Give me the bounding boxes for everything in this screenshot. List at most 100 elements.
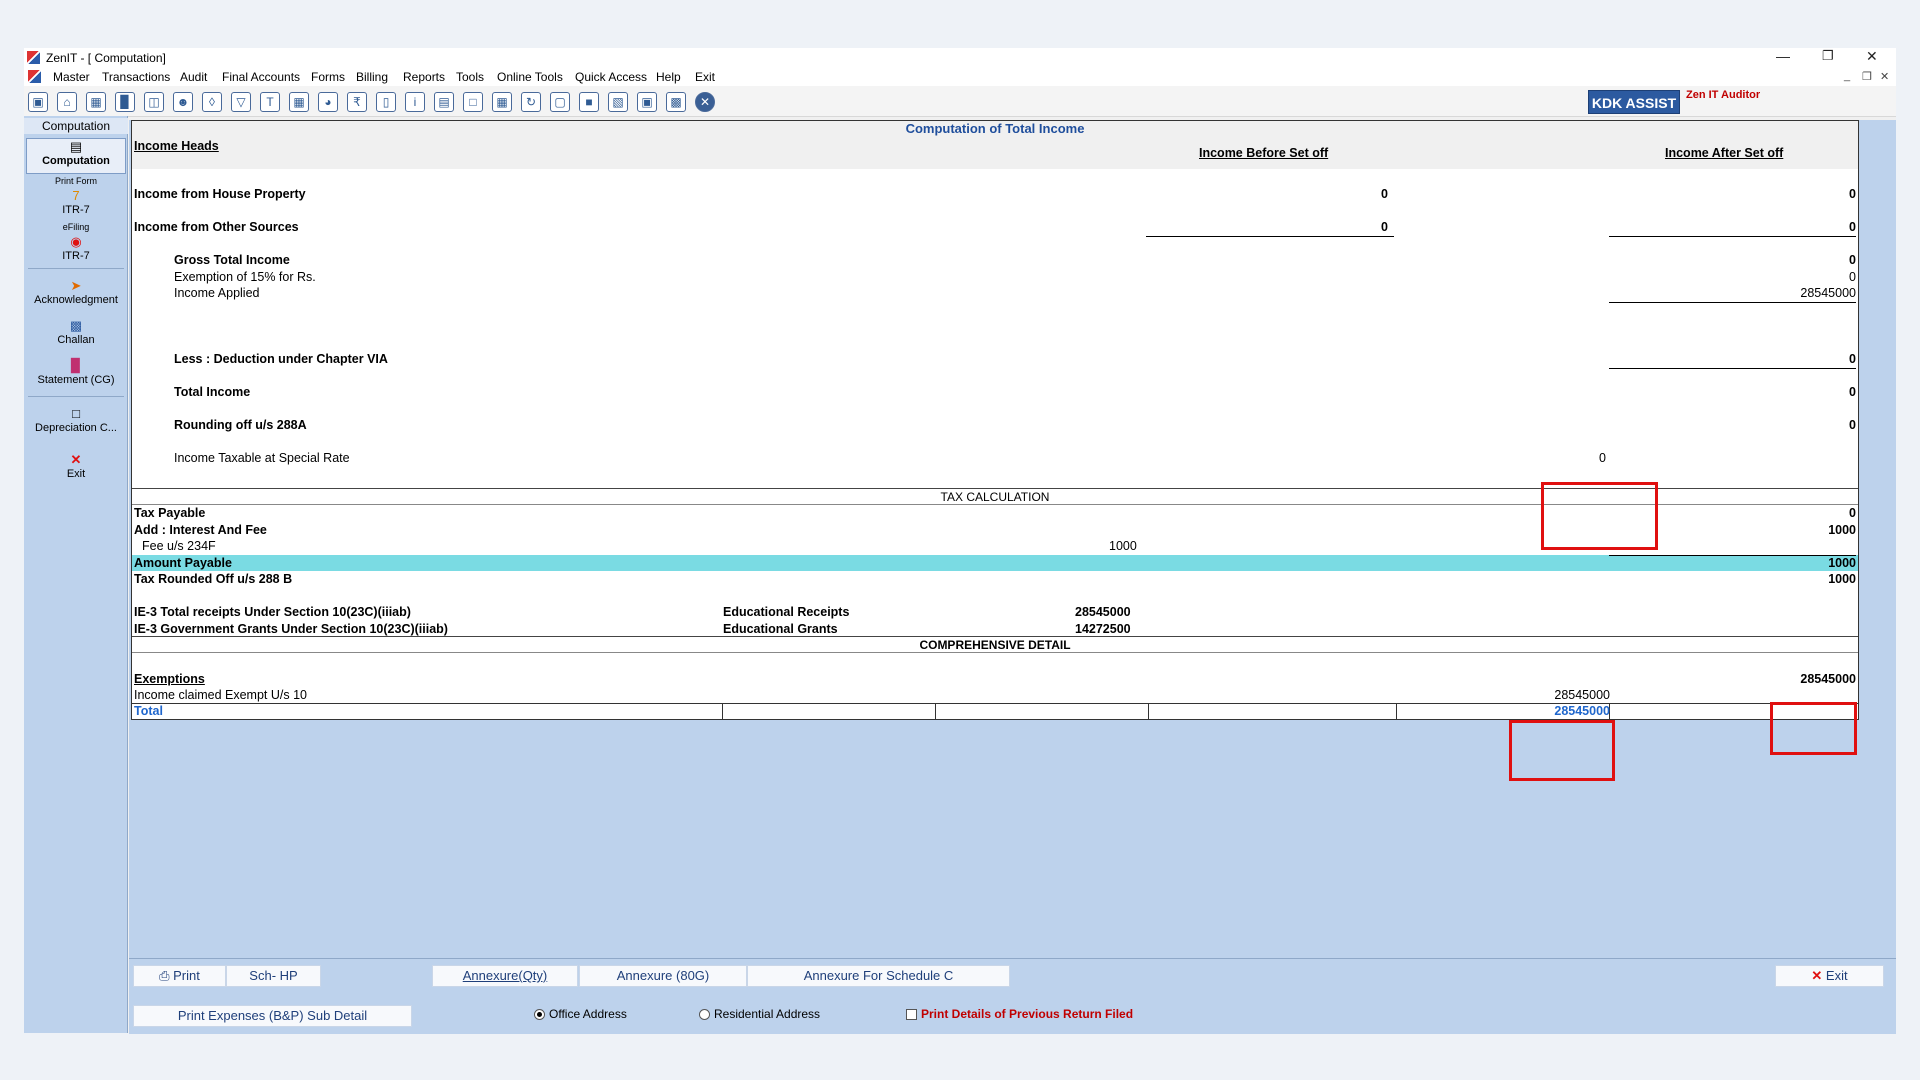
building-icon[interactable]: ▦ — [86, 92, 106, 112]
mdi-close-icon[interactable]: ✕ — [1880, 70, 1889, 83]
challan-icon: ▩ — [69, 318, 83, 333]
menu-forms[interactable]: Forms — [311, 70, 345, 84]
annexure-schedule-c-button[interactable]: Annexure For Schedule C — [747, 965, 1010, 987]
close-circle-icon[interactable]: ✕ — [695, 92, 715, 112]
doc-icon[interactable]: □ — [463, 92, 483, 112]
copy-icon[interactable]: ▢ — [550, 92, 570, 112]
checkbox-icon — [906, 1009, 917, 1021]
income-applied-label: Income Applied — [174, 286, 260, 300]
sidebar-item-challan[interactable]: ▩ Challan — [24, 318, 128, 346]
print-button[interactable]: ⎙ Print — [133, 965, 226, 987]
annotation-box — [1509, 720, 1615, 781]
sidebar-item-itr7-efiling[interactable]: ◉ ITR-7 — [24, 234, 128, 262]
print-expenses-button[interactable]: Print Expenses (B&P) Sub Detail — [133, 1005, 412, 1027]
menu-tools[interactable]: Tools — [456, 70, 484, 84]
annexure-80g-button[interactable]: Annexure (80G) — [579, 965, 747, 987]
menu-transactions[interactable]: Transactions — [102, 70, 170, 84]
sidebar-item-itr7-print[interactable]: 7 ITR-7 — [24, 188, 128, 216]
house-property-after: 0 — [1849, 187, 1856, 201]
computation-panel: Computation of Total Income Income Heads… — [129, 120, 1896, 1000]
sidebar-divider — [28, 396, 124, 397]
exit-button[interactable]: ✕ Exit — [1775, 965, 1884, 987]
office-address-radio[interactable]: Office Address — [534, 1007, 627, 1021]
pie-icon[interactable]: ◕ — [318, 92, 338, 112]
pay-icon[interactable]: ₹ — [347, 92, 367, 112]
home-icon[interactable]: ⌂ — [57, 92, 77, 112]
tax-payable-value: 0 — [1849, 506, 1856, 520]
zen-auditor-label[interactable]: Zen IT Auditor — [1686, 89, 1760, 101]
radio-selected-icon — [534, 1009, 545, 1021]
other-sources-after: 0 — [1849, 220, 1856, 234]
exempt-u10-label: Income claimed Exempt U/s 10 — [134, 688, 307, 702]
restore-icon[interactable]: ❐ — [1822, 48, 1834, 64]
sidebar-item-exit[interactable]: ✕ Exit — [24, 452, 128, 480]
sidebar-item-acknowledgment[interactable]: ➤ Acknowledgment — [24, 278, 128, 306]
book-icon[interactable]: ▯ — [376, 92, 396, 112]
sidebar-item-statement-cg[interactable]: ▉ Statement (CG) — [24, 358, 128, 386]
print-previous-return-checkbox[interactable]: Print Details of Previous Return Filed — [906, 1007, 1133, 1021]
people-icon[interactable]: ☻ — [173, 92, 193, 112]
tag-icon[interactable]: ◊ — [202, 92, 222, 112]
filter-icon[interactable]: ▽ — [231, 92, 251, 112]
menu-online-tools[interactable]: Online Tools — [497, 70, 563, 84]
menu-audit[interactable]: Audit — [180, 70, 207, 84]
mdi-restore-icon[interactable]: ❐ — [1862, 70, 1872, 83]
fee-234f-value: 1000 — [1109, 539, 1137, 553]
calculator-icon[interactable]: ▦ — [289, 92, 309, 112]
efiling-icon: ◉ — [70, 234, 82, 249]
annotation-box — [1770, 702, 1857, 755]
form-3cd-icon[interactable]: ▣ — [637, 92, 657, 112]
annexure-qty-button[interactable]: Annexure(Qty) — [432, 965, 578, 987]
ie3-receipts-value: 28545000 — [1075, 605, 1131, 619]
menu-reports[interactable]: Reports — [403, 70, 445, 84]
kdk-assist-button[interactable]: KDK ASSIST — [1588, 90, 1680, 114]
tax-icon[interactable]: T — [260, 92, 280, 112]
depreciation-icon: □ — [72, 406, 80, 421]
sync-icon[interactable]: ↻ — [521, 92, 541, 112]
bs-icon[interactable]: ■ — [579, 92, 599, 112]
exit-icon: ✕ — [70, 452, 82, 467]
gift-icon[interactable]: ◫ — [144, 92, 164, 112]
sch-hp-button[interactable]: Sch- HP — [226, 965, 321, 987]
menu-master[interactable]: Master — [53, 70, 90, 84]
total-value: 28545000 — [1554, 704, 1610, 718]
print-form-icon: 7 — [72, 188, 80, 203]
mdi-minimize-icon[interactable]: _ — [1844, 70, 1850, 82]
house-property-label: Income from House Property — [134, 187, 306, 201]
grid-icon[interactable]: ▩ — [666, 92, 686, 112]
sheet-title: Computation of Total Income — [132, 121, 1858, 137]
sidebar-item-depreciation[interactable]: □ Depreciation C... — [24, 406, 128, 434]
report-icon[interactable]: ▤ — [434, 92, 454, 112]
calendar-icon[interactable]: ▦ — [492, 92, 512, 112]
sidebar-caption-efiling: eFiling — [62, 222, 90, 232]
chart-icon[interactable]: ▉ — [115, 92, 135, 112]
ie3-grants-value: 14272500 — [1075, 622, 1131, 636]
subtotal-line — [1609, 555, 1856, 556]
toolbar-icon-1[interactable]: ▣ — [28, 92, 48, 112]
section-divider — [132, 652, 1858, 653]
document-icon: ▤ — [69, 139, 83, 154]
residential-address-radio[interactable]: Residential Address — [699, 1007, 820, 1021]
ledger-icon[interactable]: ▧ — [608, 92, 628, 112]
amount-payable-label: Amount Payable — [134, 556, 232, 570]
menu-final-accounts[interactable]: Final Accounts — [222, 70, 300, 84]
computation-sheet: Computation of Total Income Income Heads… — [131, 120, 1859, 720]
close-icon[interactable]: ✕ — [1866, 48, 1878, 65]
menu-quick-access[interactable]: Quick Access — [575, 70, 647, 84]
exemption-value: 0 — [1849, 270, 1856, 284]
sidebar-item-computation[interactable]: ▤ Computation — [26, 138, 126, 174]
ie3-receipts-label: IE-3 Total receipts Under Section 10(23C… — [134, 605, 411, 619]
exempt-u10-value: 28545000 — [1554, 688, 1610, 702]
column-header-row — [132, 136, 1858, 169]
bottom-bar: ⎙ Print Sch- HP Annexure(Qty) Annexure (… — [129, 958, 1896, 1034]
rounding-label: Rounding off u/s 288A — [174, 418, 307, 432]
info-icon[interactable]: i — [405, 92, 425, 112]
menu-exit[interactable]: Exit — [695, 70, 715, 84]
minimize-icon[interactable]: — — [1776, 48, 1790, 64]
menu-billing[interactable]: Billing — [356, 70, 388, 84]
exit-icon: ✕ — [1811, 968, 1823, 983]
special-rate-value: 0 — [1599, 451, 1606, 465]
amount-payable-highlight — [132, 555, 1858, 571]
subtotal-line — [1609, 236, 1856, 237]
menu-help[interactable]: Help — [656, 70, 681, 84]
